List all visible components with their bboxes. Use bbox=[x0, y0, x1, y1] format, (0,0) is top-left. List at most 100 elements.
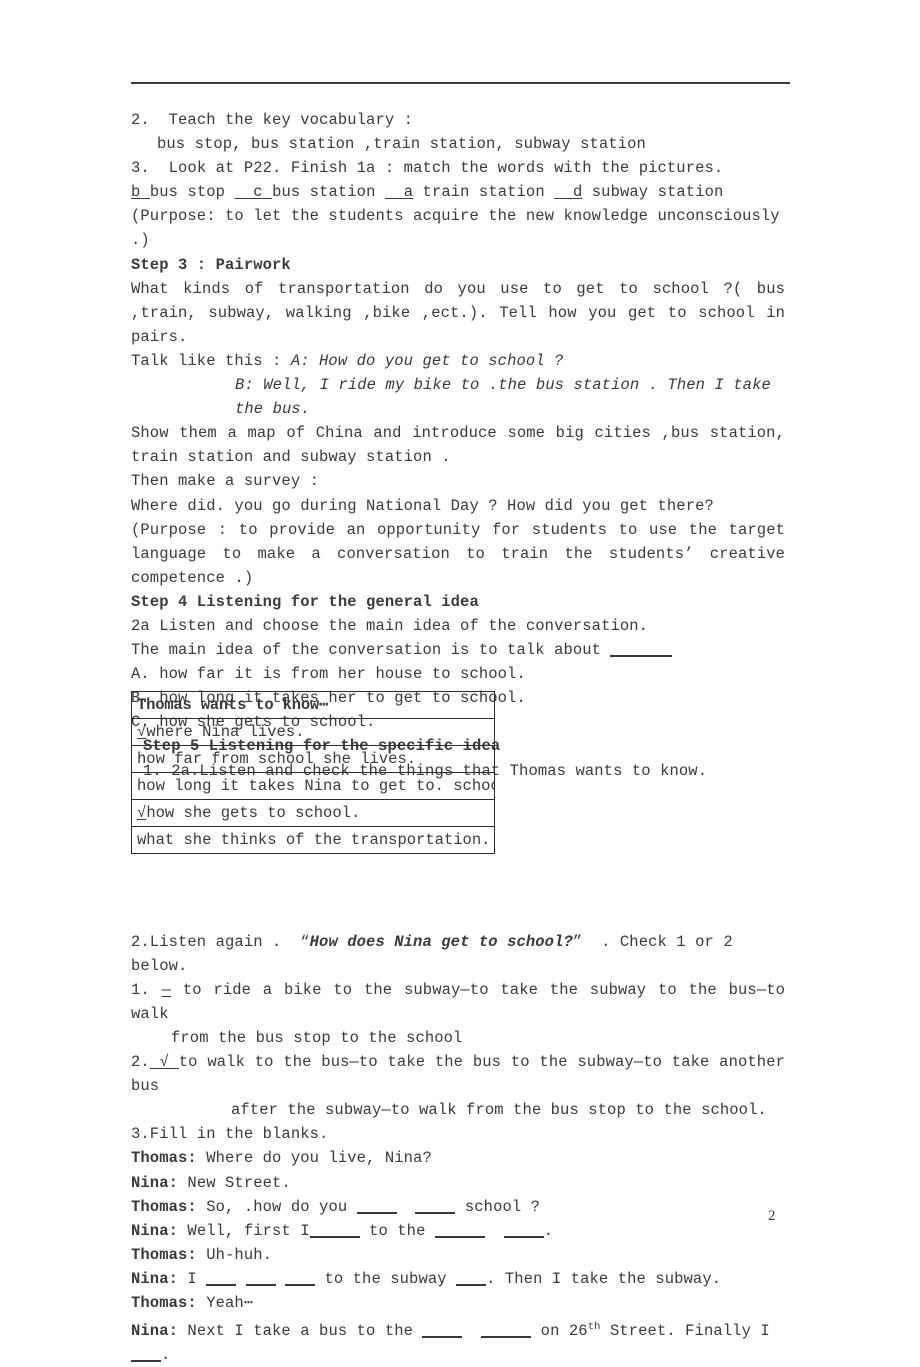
line-step4-2a: 2a Listen and choose the main idea of th… bbox=[131, 616, 649, 635]
answer-blank[interactable] bbox=[206, 1283, 237, 1286]
heading-fill-blanks: 3.Fill in the blanks. bbox=[131, 1125, 329, 1144]
row-text: where Nina lives. bbox=[146, 722, 305, 741]
speaker-name: Thomas: bbox=[131, 1294, 197, 1313]
heading-step-3: Step 3 : Pairwork bbox=[131, 255, 291, 274]
choice-1-text: to ride a bike to the subway—to take the… bbox=[131, 980, 785, 1023]
table-row[interactable]: how far from school she lives. bbox=[131, 745, 495, 773]
line-text: Look at P22. Finish 1a : match the words… bbox=[168, 159, 724, 178]
line-step4-stem: The main idea of the conversation is to … bbox=[131, 638, 785, 662]
check-mark[interactable]: √ bbox=[137, 723, 146, 741]
table-row[interactable]: what she thinks of the transportation. bbox=[131, 826, 495, 854]
dialogue-text: New Street. bbox=[187, 1173, 291, 1192]
dialogue-text: Street. Finally I bbox=[600, 1322, 780, 1341]
answer-blank[interactable] bbox=[285, 1283, 316, 1286]
stem-text: The main idea of the conversation is to … bbox=[131, 641, 611, 660]
answer-blank[interactable] bbox=[131, 1360, 161, 1363]
dialogue-line-8: Nina: Next I take a bus to the on 26th S… bbox=[131, 1315, 785, 1367]
row-text: how far from school she lives. bbox=[137, 749, 417, 768]
document-page: 2. Teach the key vocabulary : bus stop, … bbox=[0, 0, 920, 1364]
speaker-name: Nina: bbox=[131, 1322, 179, 1341]
line-purpose-1: (Purpose: to let the students acquire th… bbox=[131, 207, 790, 250]
speaker-name: Thomas: bbox=[131, 1197, 197, 1216]
dialogue-text: to the subway bbox=[315, 1269, 457, 1288]
dialogue-text: Well, first I bbox=[187, 1221, 310, 1240]
choice-2: 2. √ to walk to the bus—to take the bus … bbox=[131, 1050, 785, 1098]
page-number: 2 bbox=[768, 1208, 776, 1224]
thomas-wants-to-know-table: Thomas wants to know⋯ √where Nina lives.… bbox=[131, 691, 495, 854]
answer-blank[interactable] bbox=[309, 1235, 360, 1238]
table-row[interactable]: √where Nina lives. bbox=[131, 718, 495, 746]
answer-blank[interactable] bbox=[503, 1235, 544, 1238]
speaker-name: Nina: bbox=[131, 1269, 179, 1288]
dialogue-line-2: Nina: New Street. bbox=[131, 1171, 785, 1195]
answer-blank[interactable] bbox=[434, 1235, 485, 1238]
dialogue-example-a: A: How do you get to school ? bbox=[290, 351, 564, 370]
list-number: 2. bbox=[131, 111, 150, 129]
dialogue-text: So, .how do you bbox=[206, 1197, 357, 1216]
heading-step-4: Step 4 Listening for the general idea bbox=[131, 592, 479, 611]
match-answer-2: c bbox=[253, 183, 263, 202]
match-term-4: subway station bbox=[591, 183, 724, 202]
choice-1-mark[interactable]: — bbox=[162, 981, 171, 999]
dialogue-line-1: Thomas: Where do you live, Nina? bbox=[131, 1146, 785, 1170]
choice-2-checkmark[interactable]: √ bbox=[150, 1053, 179, 1071]
choice-2-number: 2. bbox=[131, 1053, 150, 1072]
answer-blank[interactable] bbox=[415, 1211, 456, 1214]
dialogue-text: Yeah⋯ bbox=[206, 1294, 254, 1313]
answer-blank[interactable] bbox=[356, 1211, 397, 1214]
line-look-at-p22: 3. Look at P22. Finish 1a : match the wo… bbox=[131, 156, 785, 180]
paragraph-step-3-intro: What kinds of transportation do you use … bbox=[131, 279, 785, 346]
choice-1: 1. — to ride a bike to the subway—to tak… bbox=[131, 978, 785, 1026]
paragraph-show-map: Show them a map of China and introduce s… bbox=[131, 424, 785, 467]
table-header-cell: Thomas wants to know⋯ bbox=[131, 691, 495, 719]
answer-blank[interactable] bbox=[456, 1283, 487, 1286]
row-text: how long it takes Nina to get to. school… bbox=[137, 776, 495, 795]
table-cell[interactable]: what she thinks of the transportation. bbox=[131, 826, 495, 854]
table-cell[interactable]: √how she gets to school. bbox=[131, 799, 495, 827]
option-a: A. how far it is from her house to schoo… bbox=[131, 665, 526, 684]
line-teach-vocabulary: 2. Teach the key vocabulary : bbox=[131, 108, 785, 132]
match-answer-3: a bbox=[403, 183, 414, 202]
table-row[interactable]: √how she gets to school. bbox=[131, 799, 495, 827]
dialogue-text: . bbox=[543, 1221, 554, 1240]
dialogue-text: Next I take a bus to the bbox=[187, 1322, 423, 1341]
choice-2-text: to walk to the bus—to take the bus to th… bbox=[131, 1053, 785, 1096]
line-text: Teach the key vocabulary : bbox=[168, 111, 414, 129]
dialogue-line-4: Nina: Well, first I to the . bbox=[131, 1219, 785, 1243]
line-matching-answers: b bus stop c bus station a train station… bbox=[131, 180, 785, 204]
answer-blank[interactable] bbox=[481, 1336, 532, 1339]
table-cell[interactable]: how long it takes Nina to get to. school… bbox=[131, 772, 495, 800]
match-term-2: bus station bbox=[272, 183, 376, 202]
dialogue-text: on 26 bbox=[531, 1322, 588, 1341]
ordinal-suffix: th bbox=[587, 1321, 601, 1334]
table-cell[interactable]: how far from school she lives. bbox=[131, 745, 495, 773]
choice-2-continuation: after the subway—to walk from the bus st… bbox=[231, 1101, 767, 1120]
answer-blank[interactable] bbox=[245, 1283, 276, 1286]
dialogue-text: . Then I take the subway. bbox=[486, 1269, 722, 1288]
speaker-name: Nina: bbox=[131, 1221, 179, 1240]
list-number: 3. bbox=[131, 159, 150, 178]
dialogue-text: school ? bbox=[455, 1197, 541, 1216]
line-vocabulary-words: bus stop, bus station ,train station, su… bbox=[157, 135, 646, 154]
dialogue-text: Where do you live, Nina? bbox=[206, 1149, 432, 1168]
line-purpose-2: (Purpose : to provide an opportunity for… bbox=[131, 520, 785, 587]
listen-again-pre: 2.Listen again . “ bbox=[131, 932, 310, 951]
dialogue-line-6: Nina: I to the subway . Then I take the … bbox=[131, 1267, 785, 1291]
listen-again-question: How does Nina get to school? bbox=[309, 932, 573, 951]
dialogue-text: . bbox=[161, 1346, 171, 1365]
answer-blank[interactable] bbox=[422, 1336, 463, 1339]
speaker-name: Thomas: bbox=[131, 1149, 197, 1168]
table-cell[interactable]: √where Nina lives. bbox=[131, 718, 495, 746]
table-body: Thomas wants to know⋯ √where Nina lives.… bbox=[131, 691, 495, 854]
dialogue-line-3: Thomas: So, .how do you school ? bbox=[131, 1195, 785, 1219]
match-term-1: bus stop bbox=[149, 183, 226, 202]
choice-1-number: 1. bbox=[131, 980, 150, 999]
table-header-row: Thomas wants to know⋯ bbox=[131, 691, 495, 719]
match-answer-4: d bbox=[572, 183, 583, 202]
match-answer-1: b bbox=[131, 183, 141, 202]
table-row[interactable]: how long it takes Nina to get to. school… bbox=[131, 772, 495, 800]
dialogue-text: Uh-huh. bbox=[206, 1245, 273, 1264]
match-term-3: train station bbox=[422, 183, 545, 202]
answer-blank[interactable] bbox=[610, 655, 673, 658]
check-mark[interactable]: √ bbox=[137, 804, 146, 822]
